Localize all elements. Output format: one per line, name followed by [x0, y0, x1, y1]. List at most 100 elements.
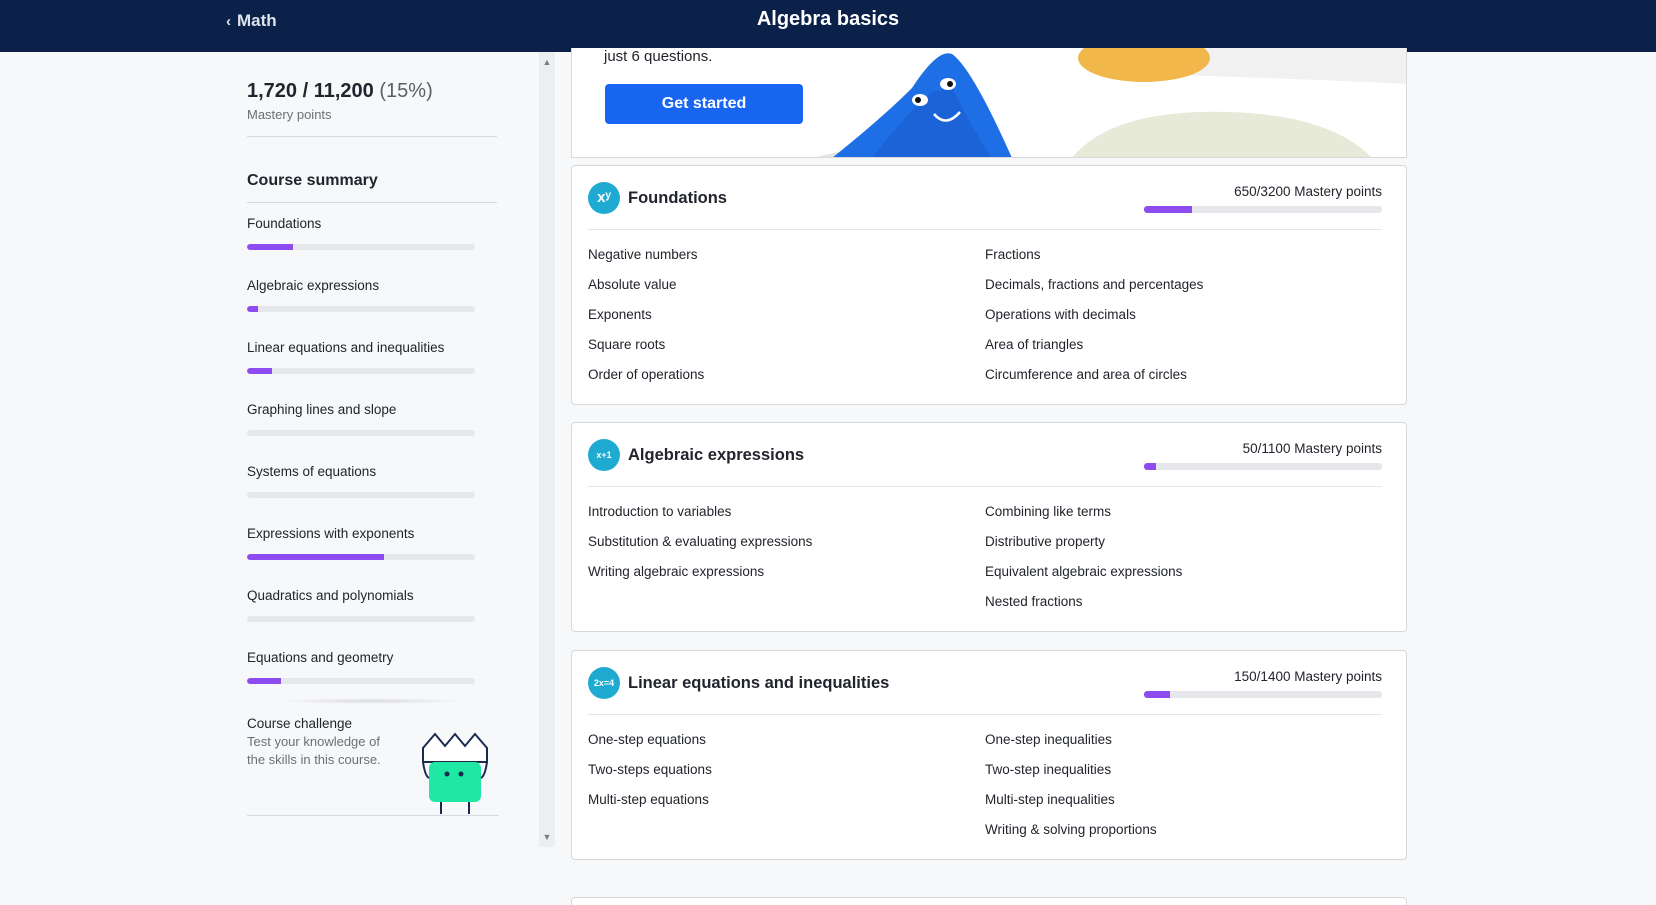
summary-item-label: Graphing lines and slope — [247, 402, 397, 417]
summary-progress-track — [247, 306, 475, 312]
skill-link[interactable]: Substitution & evaluating expressions — [588, 533, 985, 563]
skill-link[interactable]: One-step equations — [588, 731, 985, 761]
summary-progress-fill — [247, 678, 282, 684]
scroll-down-icon[interactable]: ▼ — [539, 829, 555, 845]
skill-link[interactable]: One-step inequalities — [985, 731, 1382, 761]
mastery-percent: (15%) — [379, 80, 433, 102]
skill-link[interactable]: Two-steps equations — [588, 761, 985, 791]
course-challenge-description: Test your knowledge of the skills in thi… — [247, 734, 381, 767]
summary-progress-fill — [247, 306, 259, 312]
main-content: just 6 questions. Get started xʸ Foundat… — [571, 48, 1409, 905]
summary-item-label: Equations and geometry — [247, 650, 394, 665]
unit-skills: One-step equations Two-steps equations Mul… — [588, 731, 1382, 851]
unit-skills-left: Negative numbers Absolute value Exponents S… — [588, 246, 985, 396]
course-challenge-title: Course challenge — [247, 716, 353, 731]
summary-progress-fill — [247, 368, 273, 374]
unit-card-linear-equations-and-inequalities: 2x=4 Linear equations and inequalities 1… — [571, 650, 1407, 860]
unit-skills-right: One-step inequalities Two-step inequaliti… — [985, 731, 1382, 851]
skill-link[interactable]: Multi-step equations — [588, 791, 985, 821]
skill-link[interactable]: Writing & solving proportions — [985, 821, 1382, 851]
unit-mastery-points: 50/1100 Mastery points — [1242, 441, 1382, 456]
summary-progress-track — [247, 554, 475, 560]
summary-progress-track — [247, 492, 475, 498]
summary-progress-track — [247, 678, 475, 684]
summary-item-expressions-with-exponents[interactable]: Expressions with exponents — [247, 526, 477, 588]
summary-item-label: Algebraic expressions — [247, 278, 380, 293]
mastery-numbers: 1,720 / 11,200 (15%) — [247, 80, 433, 102]
summary-progress-fill — [247, 554, 384, 560]
challenge-divider-shadow — [277, 698, 467, 704]
unit-header: 2x=4 Linear equations and inequalities 1… — [588, 651, 1382, 715]
summary-item-linear-equations-and-inequalities[interactable]: Linear equations and inequalities — [247, 340, 477, 402]
skill-link[interactable]: Absolute value — [588, 276, 985, 306]
unit-header: x+1 Algebraic expressions 50/1100 Master… — [588, 423, 1382, 487]
skill-link[interactable]: Combining like terms — [985, 503, 1382, 533]
summary-item-label: Linear equations and inequalities — [247, 340, 445, 355]
summary-item-quadratics-and-polynomials[interactable]: Quadratics and polynomials — [247, 588, 477, 650]
skill-link[interactable]: Order of operations — [588, 366, 985, 396]
unit-card-algebraic-expressions: x+1 Algebraic expressions 50/1100 Master… — [571, 422, 1407, 632]
skill-link[interactable]: Multi-step inequalities — [985, 791, 1382, 821]
summary-item-algebraic-expressions[interactable]: Algebraic expressions — [247, 278, 477, 340]
skill-link[interactable]: Nested fractions — [985, 593, 1382, 623]
summary-item-label: Systems of equations — [247, 464, 377, 479]
skill-link[interactable]: Introduction to variables — [588, 503, 985, 533]
summary-progress-track — [247, 368, 475, 374]
unit-skills: Introduction to variables Substitution & … — [588, 503, 1382, 623]
skill-link[interactable]: Distributive property — [985, 533, 1382, 563]
summary-item-foundations[interactable]: Foundations — [247, 216, 477, 278]
unit-skills: Negative numbers Absolute value Exponents S… — [588, 246, 1382, 396]
unit-title[interactable]: Linear equations and inequalities — [628, 674, 889, 693]
sidebar-scrollbar[interactable]: ▲ ▼ — [539, 52, 555, 847]
unit-skills-left: Introduction to variables Substitution & … — [588, 503, 985, 623]
skill-link[interactable]: Circumference and area of circles — [985, 366, 1382, 396]
skill-link[interactable]: Fractions — [985, 246, 1382, 276]
skill-link[interactable]: Negative numbers — [588, 246, 985, 276]
skill-link[interactable]: Decimals, fractions and percentages — [985, 276, 1382, 306]
summary-item-graphing-lines-and-slope[interactable]: Graphing lines and slope — [247, 402, 477, 464]
mastery-summary: 1,720 / 11,200 (15%) Mastery points — [247, 80, 497, 137]
mastery-current: 1,720 — [247, 80, 298, 102]
unit-skills-left: One-step equations Two-steps equations Mul… — [588, 731, 985, 851]
unit-icon: x+1 — [588, 439, 620, 471]
challenge-mascot-icon — [422, 732, 488, 814]
unit-title[interactable]: Foundations — [628, 189, 727, 208]
banner-text: just 6 questions. — [604, 48, 713, 65]
unit-title[interactable]: Algebraic expressions — [628, 446, 804, 465]
skill-link[interactable]: Operations with decimals — [985, 306, 1382, 336]
summary-item-label: Expressions with exponents — [247, 526, 415, 541]
summary-item-systems-of-equations[interactable]: Systems of equations — [247, 464, 477, 526]
summary-item-label: Foundations — [247, 216, 322, 231]
summary-progress-track — [247, 616, 475, 622]
page-title: Algebra basics — [756, 8, 900, 30]
skill-link[interactable]: Writing algebraic expressions — [588, 563, 985, 593]
unit-progress-fill — [1144, 463, 1156, 470]
unit-mastery-points: 650/3200 Mastery points — [1234, 184, 1382, 199]
skill-link[interactable]: Area of triangles — [985, 336, 1382, 366]
skill-link[interactable]: Exponents — [588, 306, 985, 336]
unit-icon-glyph: xʸ — [597, 189, 611, 206]
skill-link[interactable]: Square roots — [588, 336, 985, 366]
course-summary-heading: Course summary — [247, 172, 497, 203]
unit-progress-track — [1144, 691, 1382, 698]
unit-skills-right: Combining like terms Distributive propert… — [985, 503, 1382, 623]
course-challenge-banner: just 6 questions. Get started — [571, 48, 1407, 158]
unit-progress-track — [1144, 463, 1382, 470]
summary-progress-track — [247, 430, 475, 436]
summary-progress-track — [247, 244, 475, 250]
sidebar: 1,720 / 11,200 (15%) Mastery points Cour… — [0, 52, 540, 905]
unit-skills-right: Fractions Decimals, fractions and percent… — [985, 246, 1382, 396]
banner-illustration-icon — [812, 48, 1406, 157]
unit-card-next — [571, 897, 1407, 905]
get-started-button[interactable]: Get started — [605, 84, 803, 124]
skill-link[interactable]: Equivalent algebraic expressions — [985, 563, 1382, 593]
course-challenge[interactable]: Course challenge Test your knowledge of … — [247, 698, 499, 816]
summary-item-label: Quadratics and polynomials — [247, 588, 414, 603]
unit-header: xʸ Foundations 650/3200 Mastery points — [588, 166, 1382, 230]
skill-link[interactable]: Two-step inequalities — [985, 761, 1382, 791]
unit-mastery-points: 150/1400 Mastery points — [1234, 669, 1382, 684]
unit-icon: 2x=4 — [588, 667, 620, 699]
unit-progress-fill — [1144, 206, 1192, 213]
scroll-up-icon[interactable]: ▲ — [539, 54, 555, 70]
unit-icon-glyph: x+1 — [596, 450, 612, 460]
